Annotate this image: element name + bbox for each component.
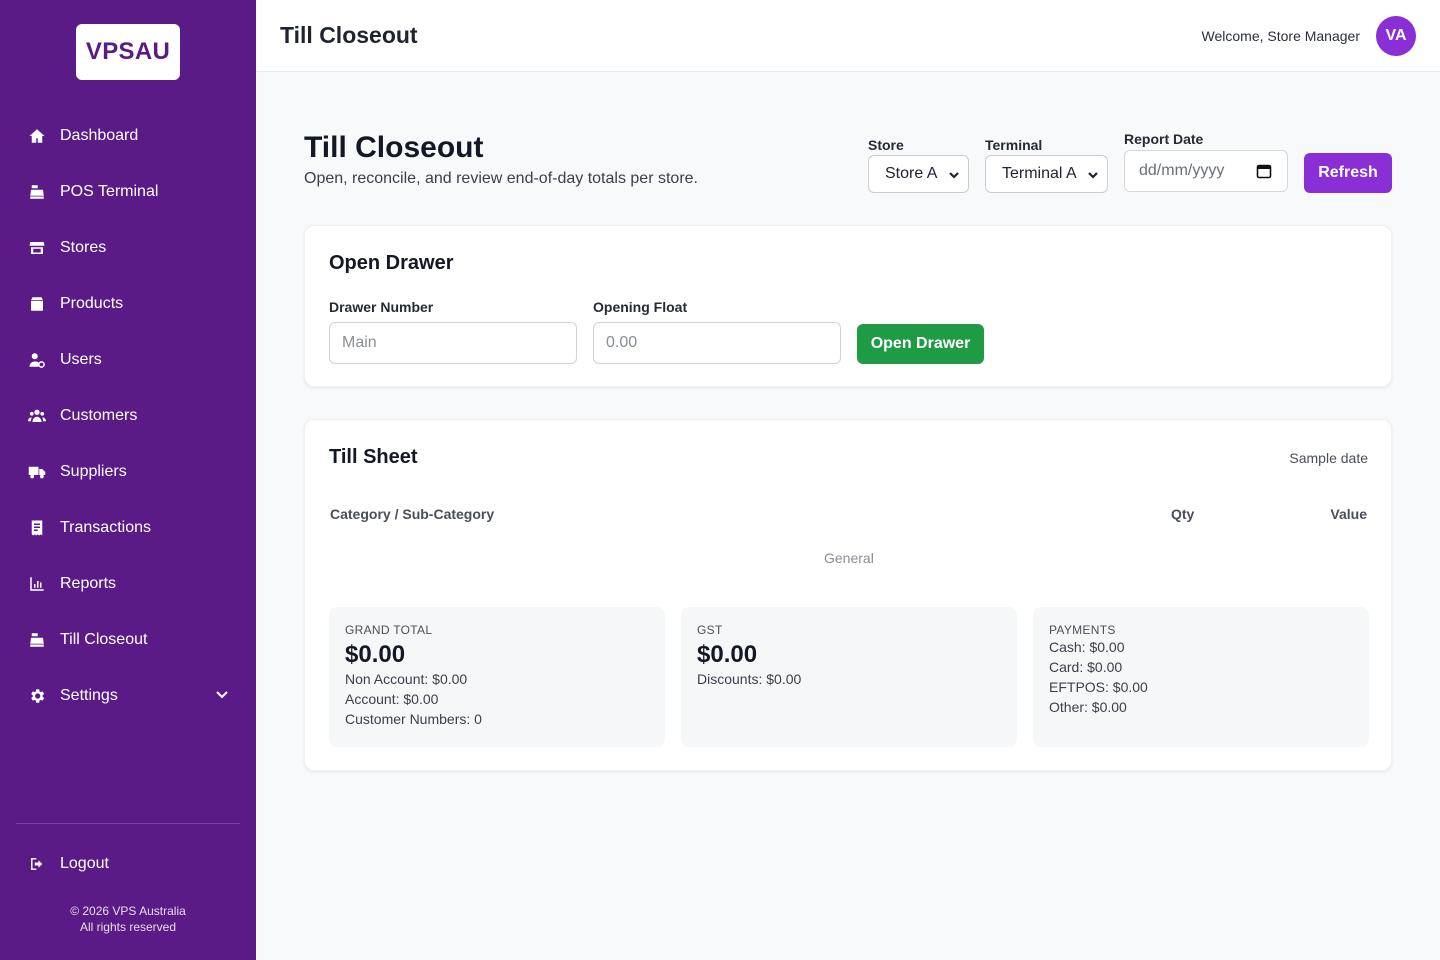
welcome-text: Welcome, Store Manager — [1201, 28, 1360, 44]
customer-numbers: Customer Numbers: 0 — [345, 711, 482, 727]
drawer-number-label: Drawer Number — [329, 299, 434, 315]
column-header-category: Category / Sub-Category — [330, 506, 495, 522]
logo-text: VPSAU — [85, 38, 171, 65]
sidebar-item-label: Suppliers — [60, 463, 127, 480]
store-label: Store — [868, 137, 904, 153]
report-date-input[interactable]: dd/mm/yyyy — [1124, 150, 1288, 192]
top-bar: Till Closeout Welcome, Store Manager VA — [256, 0, 1440, 72]
open-drawer-title: Open Drawer — [329, 252, 454, 274]
opening-float-label: Opening Float — [593, 299, 688, 315]
logo[interactable]: VPSAU — [76, 24, 180, 80]
sidebar-item-label: Customers — [60, 407, 138, 424]
account-total: Account: $0.00 — [345, 691, 439, 707]
topbar-title: Till Closeout — [280, 22, 418, 48]
sidebar-item-reports[interactable]: Reports — [0, 556, 256, 612]
sidebar-item-transactions[interactable]: Transactions — [0, 500, 256, 556]
till-sheet-title: Till Sheet — [329, 446, 418, 468]
open-drawer-button[interactable]: Open Drawer — [857, 324, 984, 364]
grand-total-amount: $0.00 — [345, 641, 406, 668]
gst-caption: GST — [697, 623, 723, 637]
report-date-placeholder: dd/mm/yyyy — [1139, 162, 1225, 179]
logout-button[interactable]: Logout — [0, 836, 256, 892]
payment-other: Other: $0.00 — [1049, 699, 1127, 715]
copyright-text: © 2026 VPS Australia — [70, 904, 186, 918]
discounts-total: Discounts: $0.00 — [697, 671, 802, 687]
sidebar-item-settings[interactable]: Settings — [0, 668, 256, 724]
terminal-select-value: Terminal A — [1002, 165, 1077, 182]
sidebar-nav: Dashboard POS Terminal Stores Products U… — [0, 108, 256, 724]
sidebar-item-users[interactable]: Users — [0, 332, 256, 388]
logout: Logout — [0, 836, 256, 892]
payment-eftpos: EFTPOS: $0.00 — [1049, 679, 1148, 695]
sidebar-item-till-closeout[interactable]: Till Closeout — [0, 612, 256, 668]
refresh-button[interactable]: Refresh — [1304, 153, 1392, 193]
chart-icon — [27, 574, 47, 594]
sidebar-item-suppliers[interactable]: Suppliers — [0, 444, 256, 500]
home-icon — [27, 126, 47, 146]
sidebar-footer: © 2026 VPS Australia All rights reserved — [0, 903, 256, 935]
open-drawer-card: Open Drawer Drawer Number Main Opening F… — [304, 225, 1392, 387]
avatar[interactable]: VA — [1376, 16, 1416, 56]
rights-text: All rights reserved — [79, 920, 177, 934]
column-header-value: Value — [1330, 506, 1367, 522]
gst-amount: $0.00 — [697, 641, 758, 668]
cash-register-icon — [27, 182, 47, 202]
logout-icon — [27, 854, 47, 874]
terminal-label: Terminal — [985, 137, 1043, 153]
sidebar-item-customers[interactable]: Customers — [0, 388, 256, 444]
group-row-general: General — [824, 550, 874, 566]
sidebar-item-label: Products — [60, 295, 124, 312]
sample-date-text: Sample date — [1289, 450, 1368, 466]
sidebar-item-label: Reports — [60, 575, 117, 592]
payments-caption: PAYMENTS — [1049, 623, 1116, 637]
chevron-down-icon — [948, 168, 960, 186]
sidebar-divider — [16, 823, 240, 824]
grand-total-caption: GRAND TOTAL — [345, 623, 433, 637]
page-subtitle: Open, reconcile, and review end-of-day t… — [304, 170, 698, 187]
sidebar-item-label: POS Terminal — [60, 183, 159, 200]
report-date-label: Report Date — [1124, 131, 1204, 147]
cash-register-icon — [27, 630, 47, 650]
box-icon — [27, 294, 47, 314]
truck-icon — [27, 462, 47, 482]
sidebar-item-label: Transactions — [60, 519, 151, 536]
payment-card: Card: $0.00 — [1049, 659, 1123, 675]
sidebar-item-dashboard[interactable]: Dashboard — [0, 108, 256, 164]
receipt-icon — [27, 518, 47, 538]
terminal-select[interactable]: Terminal A — [985, 155, 1108, 193]
sidebar-item-label: Dashboard — [60, 127, 139, 144]
payments-panel: PAYMENTS Cash: $0.00 Card: $0.00 EFTPOS:… — [1033, 607, 1369, 747]
chevron-down-icon[interactable] — [215, 687, 229, 706]
till-sheet-card: Till Sheet Sample date Category / Sub-Ca… — [304, 419, 1392, 771]
drawer-number-placeholder: Main — [342, 334, 377, 351]
sidebar-item-label: Users — [60, 351, 102, 368]
page-title: Till Closeout — [304, 131, 484, 164]
drawer-number-input[interactable]: Main — [329, 322, 577, 364]
payment-cash: Cash: $0.00 — [1049, 639, 1125, 655]
store-select[interactable]: Store A — [868, 155, 969, 193]
opening-float-input[interactable]: 0.00 — [593, 322, 841, 364]
sidebar: VPSAU Dashboard POS Terminal Stores Prod… — [0, 0, 256, 960]
gst-panel: GST $0.00 Discounts: $0.00 — [681, 607, 1017, 747]
non-account-total: Non Account: $0.00 — [345, 671, 468, 687]
opening-float-placeholder: 0.00 — [606, 334, 638, 351]
user-gear-icon — [27, 350, 47, 370]
column-header-qty: Qty — [1171, 506, 1195, 522]
sidebar-item-label: Settings — [60, 687, 118, 704]
sidebar-item-stores[interactable]: Stores — [0, 220, 256, 276]
users-icon — [27, 406, 47, 426]
sidebar-item-pos-terminal[interactable]: POS Terminal — [0, 164, 256, 220]
chevron-down-icon — [1087, 168, 1099, 186]
store-select-value: Store A — [885, 165, 938, 182]
logout-label: Logout — [60, 855, 109, 872]
grand-total-panel: GRAND TOTAL $0.00 Non Account: $0.00 Acc… — [329, 607, 665, 747]
store-icon — [27, 238, 47, 258]
sidebar-item-label: Till Closeout — [60, 631, 148, 648]
gear-icon — [27, 686, 47, 706]
sidebar-item-label: Stores — [60, 239, 107, 256]
sidebar-item-products[interactable]: Products — [0, 276, 256, 332]
